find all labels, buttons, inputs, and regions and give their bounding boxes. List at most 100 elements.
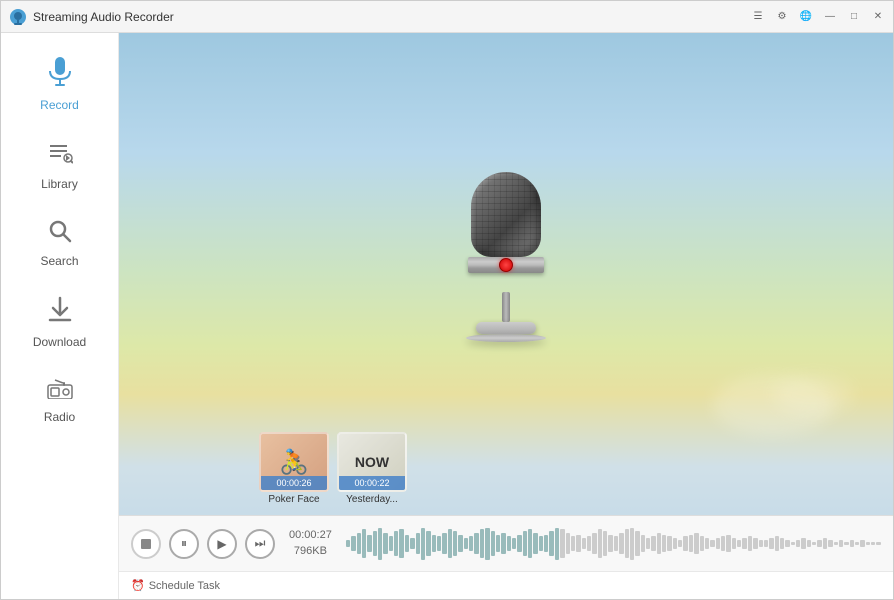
download-label: Download	[33, 335, 86, 349]
wave-bar	[742, 538, 746, 549]
wave-bar	[571, 536, 575, 550]
wave-bar	[399, 529, 403, 557]
wave-bar	[442, 533, 446, 554]
track-item-1[interactable]: 🚴 00:00:26 Poker Face	[259, 432, 329, 505]
schedule-bar[interactable]: ⏰ Schedule Task	[119, 571, 893, 599]
wave-bar	[646, 538, 650, 549]
wave-bar	[716, 538, 720, 549]
wave-bar	[694, 533, 698, 554]
wave-bar	[823, 538, 827, 549]
track-item-2[interactable]: NOW 00:00:22 Yesterday...	[337, 432, 407, 505]
wave-bar	[464, 538, 468, 549]
wave-bar	[866, 542, 870, 546]
record-area: 🚴 00:00:26 Poker Face NOW 00:00:22 Yeste…	[119, 33, 893, 515]
wave-bar	[539, 536, 543, 550]
wave-bar	[807, 540, 811, 547]
next-button[interactable]: ⏭	[245, 529, 275, 559]
microphone	[466, 172, 546, 342]
wave-bar	[850, 540, 854, 547]
wave-bar	[710, 540, 714, 547]
wave-bar	[555, 528, 559, 560]
wave-bar	[614, 536, 618, 550]
maximize-button[interactable]: □	[847, 10, 861, 24]
wave-bar	[469, 536, 473, 550]
wave-bar	[619, 533, 623, 554]
play-button[interactable]: ▶	[207, 529, 237, 559]
track-name-2: Yesterday...	[346, 494, 398, 505]
cloud-decoration-2	[773, 375, 853, 415]
search-label: Search	[40, 254, 78, 268]
wave-bar	[635, 531, 639, 556]
pause-button[interactable]: ⏸	[169, 529, 199, 559]
sidebar-item-library[interactable]: Library	[1, 126, 118, 205]
wave-bar	[373, 531, 377, 556]
minimize-button[interactable]: —	[823, 10, 837, 24]
menu-icon[interactable]: ☰	[751, 10, 765, 24]
wave-bar	[860, 540, 864, 547]
wave-bar	[603, 531, 607, 556]
wave-bar	[785, 540, 789, 547]
track-thumbnail-2: NOW 00:00:22	[337, 432, 407, 492]
app-icon	[9, 8, 27, 26]
wave-bar	[576, 535, 580, 553]
wave-bar	[764, 540, 768, 547]
wave-bar	[812, 542, 816, 546]
settings-icon[interactable]: ⚙	[775, 10, 789, 24]
stop-icon	[141, 539, 151, 549]
schedule-icon: ⏰	[131, 579, 145, 592]
wave-bar	[721, 536, 725, 550]
player-time: 00:00:27	[289, 528, 332, 543]
wave-bar	[405, 535, 409, 553]
wave-bar	[458, 535, 462, 553]
wave-bar	[426, 531, 430, 556]
close-button[interactable]: ✕	[871, 10, 885, 24]
wave-bar	[587, 536, 591, 550]
wave-bar	[839, 540, 843, 547]
play-icon: ▶	[217, 537, 226, 551]
sidebar-item-radio[interactable]: Radio	[1, 363, 118, 438]
mic-head	[471, 172, 541, 257]
wave-bar	[351, 536, 355, 550]
wave-bar	[732, 538, 736, 549]
stop-button[interactable]	[131, 529, 161, 559]
wave-bar	[592, 533, 596, 554]
sidebar-item-record[interactable]: Record	[1, 43, 118, 126]
schedule-label: Schedule Task	[149, 580, 220, 592]
wave-bar	[389, 536, 393, 550]
record-icon	[47, 57, 73, 94]
wave-bar	[817, 540, 821, 547]
wave-bar	[667, 536, 671, 550]
wave-bar	[507, 536, 511, 550]
app-window: Streaming Audio Recorder ☰ ⚙ 🌐 — □ ✕	[0, 0, 894, 600]
wave-bar	[657, 533, 661, 554]
wave-bar	[523, 531, 527, 556]
wave-bar	[416, 533, 420, 554]
mic-base	[476, 322, 536, 334]
wave-bar	[737, 540, 741, 547]
mic-base-bottom	[466, 334, 546, 342]
wave-bar	[641, 535, 645, 553]
wave-bar	[726, 535, 730, 553]
globe-icon[interactable]: 🌐	[799, 10, 813, 24]
player-bar: ⏸ ▶ ⏭ 00:00:27 796KB	[119, 515, 893, 571]
sidebar-item-search[interactable]: Search	[1, 205, 118, 282]
titlebar: Streaming Audio Recorder ☰ ⚙ 🌐 — □ ✕	[1, 1, 893, 33]
app-title: Streaming Audio Recorder	[33, 10, 745, 24]
tracks-area: 🚴 00:00:26 Poker Face NOW 00:00:22 Yeste…	[119, 422, 893, 515]
player-size: 796KB	[289, 544, 332, 559]
wave-bar	[834, 542, 838, 546]
wave-bar	[566, 533, 570, 554]
wave-bar	[362, 529, 366, 557]
next-icon: ⏭	[255, 536, 266, 551]
sidebar-item-download[interactable]: Download	[1, 282, 118, 363]
mic-band	[468, 257, 544, 273]
wave-bar	[689, 535, 693, 553]
content-area: 🚴 00:00:26 Poker Face NOW 00:00:22 Yeste…	[119, 33, 893, 599]
wave-bar	[871, 542, 875, 546]
sidebar: Record Library	[1, 33, 119, 599]
wave-bar	[474, 533, 478, 554]
pause-icon: ⏸	[181, 536, 187, 551]
wave-bar	[748, 536, 752, 550]
wave-bar	[582, 538, 586, 549]
wave-bar	[437, 536, 441, 550]
